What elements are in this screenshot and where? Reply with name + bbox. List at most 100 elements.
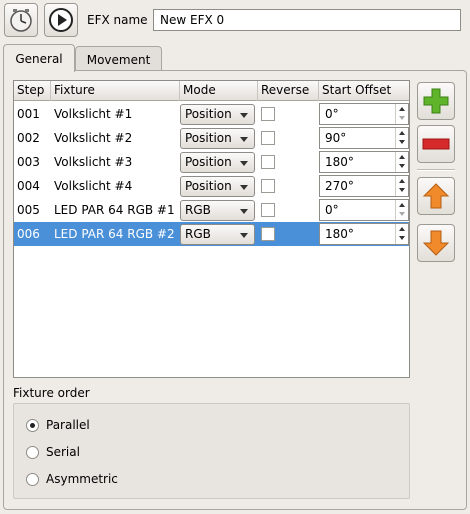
efx-name-label: EFX name <box>87 13 148 27</box>
parallel-label: Parallel <box>46 418 90 432</box>
fixture-cell: Volkslicht #1 <box>54 107 133 121</box>
column-fixture[interactable]: Fixture <box>51 81 180 101</box>
serial-radio[interactable]: Serial <box>26 443 80 461</box>
mode-combo[interactable]: Position <box>180 128 255 149</box>
fixture-cell: LED PAR 64 RGB #1 <box>54 203 175 217</box>
tab-movement[interactable]: Movement <box>75 46 162 72</box>
tab-general[interactable]: General <box>3 44 75 72</box>
column-reverse[interactable]: Reverse <box>258 81 319 101</box>
table-row[interactable]: 003 Volkslicht #3 Position 180° <box>14 150 409 174</box>
start-offset-spinbox[interactable]: 90° <box>319 127 409 149</box>
play-icon <box>49 8 73 32</box>
radio-icon[interactable] <box>26 445 39 459</box>
spin-up-icon[interactable] <box>399 131 405 135</box>
table-row[interactable]: 002 Volkslicht #2 Position 90° <box>14 126 409 150</box>
chevron-down-icon <box>240 161 248 166</box>
fixture-order-title: Fixture order <box>13 386 90 400</box>
table-row[interactable]: 001 Volkslicht #1 Position 0° <box>14 102 409 126</box>
spin-down-icon[interactable] <box>399 140 405 144</box>
mode-value: Position <box>185 107 232 121</box>
start-offset-spinbox[interactable]: 180° <box>319 223 409 245</box>
asymmetric-radio[interactable]: Asymmetric <box>26 470 118 488</box>
mode-combo[interactable]: RGB <box>180 200 255 221</box>
clock-icon <box>10 9 32 32</box>
radio-selected-icon[interactable] <box>26 418 39 432</box>
spin-up-icon[interactable] <box>399 203 405 207</box>
offset-value: 90° <box>325 131 347 145</box>
minus-icon <box>422 138 450 150</box>
mode-combo[interactable]: Position <box>180 152 255 173</box>
fixture-table[interactable]: Step Fixture Mode Reverse Start Offset 0… <box>13 80 410 378</box>
spin-down-icon[interactable] <box>399 188 405 192</box>
serial-label: Serial <box>46 445 80 459</box>
add-fixture-button[interactable] <box>417 82 455 120</box>
spin-down-icon[interactable] <box>399 116 405 120</box>
step-cell: 003 <box>17 155 40 169</box>
lower-fixture-button[interactable] <box>417 224 455 262</box>
step-cell: 004 <box>17 179 40 193</box>
column-mode[interactable]: Mode <box>180 81 258 101</box>
efx-name-input[interactable]: New EFX 0 <box>153 9 461 31</box>
radio-icon[interactable] <box>26 472 39 486</box>
test-play-button[interactable] <box>44 3 78 37</box>
button-separator <box>417 169 455 171</box>
mode-value: RGB <box>185 203 211 217</box>
mode-combo[interactable]: Position <box>180 176 255 197</box>
parallel-radio[interactable]: Parallel <box>26 416 90 434</box>
asymmetric-label: Asymmetric <box>46 472 118 486</box>
reverse-checkbox[interactable] <box>261 155 275 169</box>
offset-value: 270° <box>325 179 354 193</box>
table-row[interactable]: 005 LED PAR 64 RGB #1 RGB 0° <box>14 198 409 222</box>
start-offset-spinbox[interactable]: 270° <box>319 175 409 197</box>
plus-icon <box>423 88 449 114</box>
spin-up-icon[interactable] <box>399 107 405 111</box>
column-start-offset[interactable]: Start Offset <box>319 81 409 101</box>
mode-combo[interactable]: RGB <box>180 224 255 245</box>
mode-value: Position <box>185 131 232 145</box>
mode-value: Position <box>185 155 232 169</box>
reverse-checkbox[interactable] <box>261 131 275 145</box>
fixture-cell: Volkslicht #3 <box>54 155 133 169</box>
chevron-down-icon <box>240 113 248 118</box>
speed-dial-button[interactable] <box>4 3 38 37</box>
reverse-checkbox[interactable] <box>261 227 275 241</box>
step-cell: 002 <box>17 131 40 145</box>
raise-fixture-button[interactable] <box>417 177 455 215</box>
table-row-selected[interactable]: 006 LED PAR 64 RGB #2 RGB 180° <box>14 222 409 246</box>
table-header: Step Fixture Mode Reverse Start Offset <box>14 81 409 101</box>
column-step[interactable]: Step <box>14 81 51 101</box>
mode-value: RGB <box>185 227 211 241</box>
offset-value: 0° <box>325 107 339 121</box>
step-cell: 001 <box>17 107 40 121</box>
arrow-down-icon <box>422 230 450 256</box>
reverse-checkbox[interactable] <box>261 203 275 217</box>
fixture-cell: Volkslicht #2 <box>54 131 133 145</box>
arrow-up-icon <box>422 183 450 209</box>
reverse-checkbox[interactable] <box>261 107 275 121</box>
fixture-cell: Volkslicht #4 <box>54 179 133 193</box>
start-offset-spinbox[interactable]: 0° <box>319 199 409 221</box>
spin-down-icon[interactable] <box>399 236 405 240</box>
chevron-down-icon <box>240 209 248 214</box>
offset-value: 180° <box>325 227 354 241</box>
spin-up-icon[interactable] <box>399 179 405 183</box>
mode-combo[interactable]: Position <box>180 104 255 125</box>
offset-value: 0° <box>325 203 339 217</box>
spin-up-icon[interactable] <box>399 155 405 159</box>
fixture-cell: LED PAR 64 RGB #2 <box>54 227 175 241</box>
start-offset-spinbox[interactable]: 180° <box>319 151 409 173</box>
remove-fixture-button[interactable] <box>417 125 455 163</box>
spin-up-icon[interactable] <box>399 227 405 231</box>
reverse-checkbox[interactable] <box>261 179 275 193</box>
start-offset-spinbox[interactable]: 0° <box>319 103 409 125</box>
chevron-down-icon <box>240 233 248 238</box>
mode-value: Position <box>185 179 232 193</box>
offset-value: 180° <box>325 155 354 169</box>
step-cell: 006 <box>17 227 40 241</box>
chevron-down-icon <box>240 185 248 190</box>
spin-down-icon[interactable] <box>399 164 405 168</box>
chevron-down-icon <box>240 137 248 142</box>
step-cell: 005 <box>17 203 40 217</box>
table-row[interactable]: 004 Volkslicht #4 Position 270° <box>14 174 409 198</box>
spin-down-icon[interactable] <box>399 212 405 216</box>
